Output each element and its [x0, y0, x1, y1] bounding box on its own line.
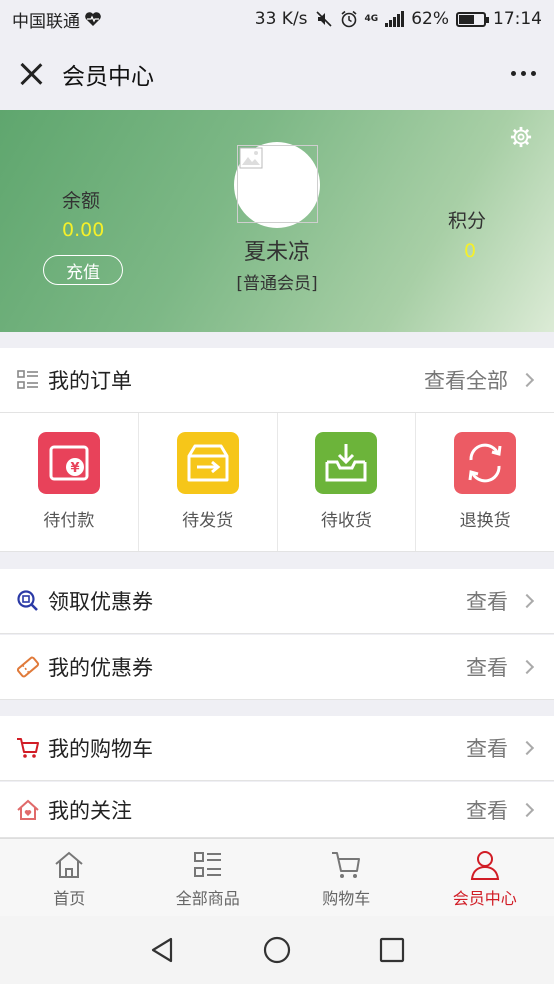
- alarm-icon: [341, 10, 357, 28]
- my-follows-view[interactable]: 查看: [466, 795, 535, 825]
- home-heart-icon: [17, 799, 39, 820]
- battery-icon: [456, 11, 489, 27]
- order-pending-receipt[interactable]: 待收货: [278, 413, 417, 551]
- more-icon[interactable]: [511, 71, 536, 76]
- tab-home-label: 首页: [53, 889, 86, 908]
- heart-pulse-icon: [85, 12, 101, 26]
- my-cart-view[interactable]: 查看: [466, 733, 535, 763]
- ticket-icon: [16, 656, 40, 678]
- my-coupons-label: 我的优惠券: [48, 656, 153, 680]
- my-orders-row[interactable]: 我的订单 查看全部: [0, 348, 554, 413]
- nav-bar: 会员中心: [0, 38, 554, 110]
- view-all-orders-link[interactable]: 查看全部: [424, 365, 535, 395]
- tab-home[interactable]: 首页: [0, 839, 139, 916]
- svg-text:¥: ¥: [70, 461, 79, 476]
- my-orders-label: 我的订单: [48, 369, 132, 393]
- chevron-right-icon: [519, 802, 535, 817]
- member-level: [普通会员]: [236, 274, 318, 294]
- coupon-search-icon: [17, 590, 38, 611]
- chevron-right-icon: [519, 659, 535, 675]
- order-returns-label: 退换货: [459, 511, 511, 531]
- network-type: 4G: [364, 13, 379, 24]
- inbox-download-icon: [315, 432, 378, 494]
- image-placeholder-icon: [239, 147, 263, 169]
- tab-cart-label: 购物车: [322, 889, 371, 908]
- wallet-yen-icon: ¥: [37, 432, 100, 494]
- cart-icon: [332, 852, 361, 878]
- view-label: 查看: [466, 590, 508, 614]
- balance-label: 余额: [62, 190, 101, 212]
- order-list-icon: [17, 370, 38, 389]
- recents-square-icon[interactable]: [379, 937, 405, 963]
- tab-member-center-label: 会员中心: [452, 889, 517, 908]
- claim-coupons-row[interactable]: 领取优惠券 查看: [0, 569, 554, 634]
- my-follows-label: 我的关注: [48, 798, 132, 823]
- refresh-icon: [454, 432, 517, 494]
- order-pending-payment[interactable]: ¥ 待付款: [0, 413, 139, 551]
- view-label: 查看: [466, 656, 508, 680]
- order-pending-shipment[interactable]: 待发货: [139, 413, 278, 551]
- status-bar: 中国联通 33 K/s 4G 62% 17:14: [0, 0, 554, 38]
- order-pending-receipt-label: 待收货: [320, 511, 372, 531]
- tab-all-products-label: 全部商品: [175, 889, 240, 908]
- view-label: 查看: [466, 798, 508, 823]
- my-follows-row[interactable]: 我的关注 查看: [0, 782, 554, 838]
- gear-icon[interactable]: [510, 126, 532, 148]
- user-icon: [470, 851, 499, 880]
- back-triangle-icon[interactable]: [149, 936, 175, 964]
- home-circle-icon[interactable]: [263, 936, 291, 964]
- chevron-right-icon: [519, 372, 535, 388]
- chevron-right-icon: [519, 740, 535, 756]
- order-returns[interactable]: 退换货: [416, 413, 554, 551]
- order-pending-shipment-label: 待发货: [182, 511, 234, 531]
- page-title: 会员中心: [62, 64, 154, 90]
- close-icon[interactable]: [16, 59, 46, 89]
- points-value: 0: [464, 240, 477, 262]
- home-icon: [55, 851, 83, 878]
- view-all-label: 查看全部: [424, 369, 508, 393]
- claim-coupons-view[interactable]: 查看: [466, 586, 535, 616]
- cart-icon: [17, 738, 39, 758]
- tab-cart[interactable]: 购物车: [277, 839, 416, 916]
- system-nav-bar: [0, 916, 554, 984]
- carrier-label: 中国联通: [12, 11, 80, 32]
- order-pending-payment-label: 待付款: [43, 511, 95, 531]
- box-arrow-icon: [176, 432, 239, 494]
- chevron-right-icon: [519, 593, 535, 609]
- my-coupons-row[interactable]: 我的优惠券 查看: [0, 635, 554, 700]
- tab-all-products[interactable]: 全部商品: [139, 839, 278, 916]
- battery-percent: 62%: [411, 9, 449, 29]
- bottom-tab-bar: 首页 全部商品 购物车 会员中心: [0, 838, 554, 916]
- network-speed: 33 K/s: [254, 9, 308, 29]
- signal-icon: [385, 11, 405, 27]
- my-cart-row[interactable]: 我的购物车 查看: [0, 716, 554, 781]
- view-label: 查看: [466, 737, 508, 761]
- points-label: 积分: [448, 210, 487, 232]
- my-cart-label: 我的购物车: [48, 737, 153, 761]
- list-icon: [193, 852, 221, 877]
- mute-icon: [315, 11, 332, 27]
- tab-member-center[interactable]: 会员中心: [416, 839, 554, 916]
- clock: 17:14: [493, 9, 542, 29]
- claim-coupons-label: 领取优惠券: [48, 590, 153, 614]
- my-coupons-view[interactable]: 查看: [466, 652, 535, 682]
- order-status-grid: ¥ 待付款 待发货 待收货 退换货: [0, 413, 554, 552]
